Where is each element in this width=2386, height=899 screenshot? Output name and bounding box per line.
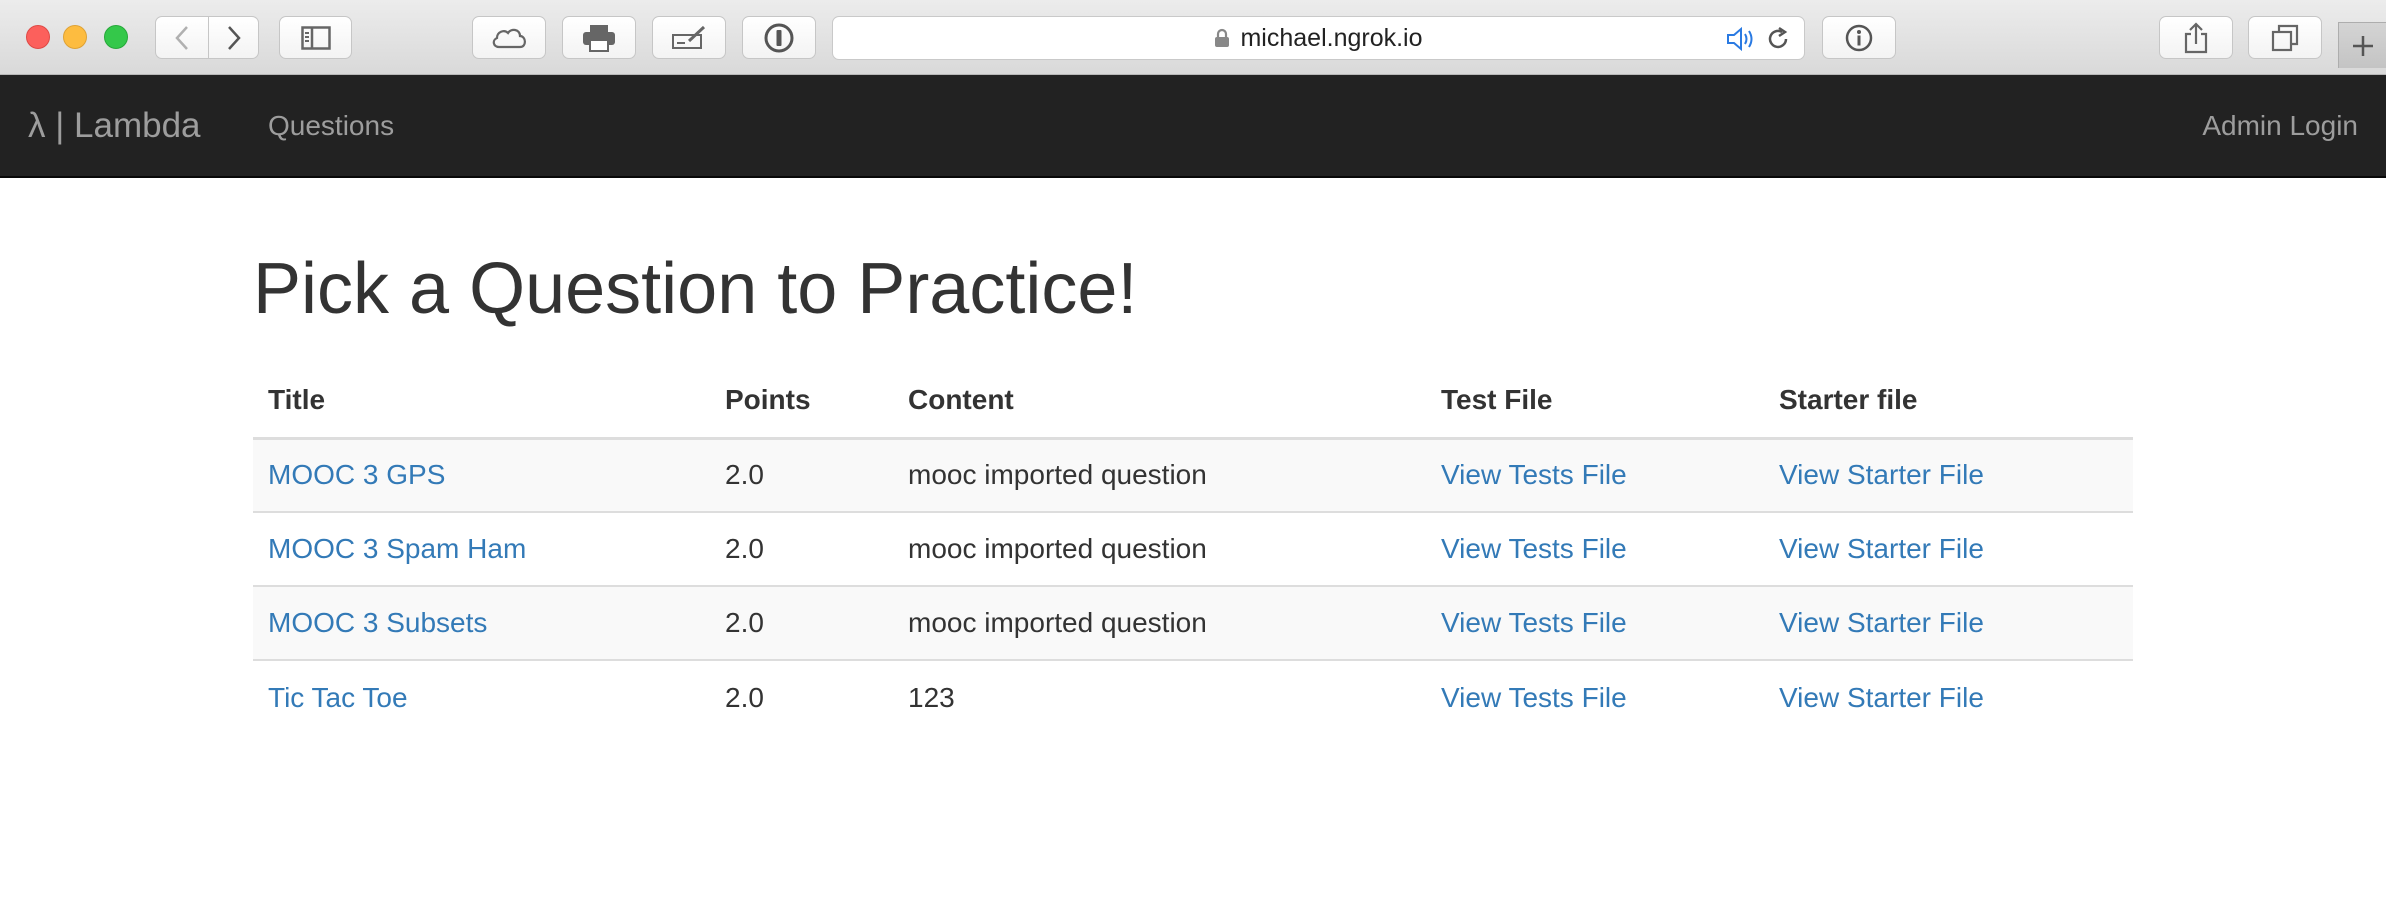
print-button[interactable] <box>562 16 636 59</box>
reload-icon[interactable] <box>1765 26 1791 52</box>
content-cell: mooc imported question <box>893 438 1426 512</box>
tabs-icon <box>2271 24 2299 51</box>
column-header-content: Content <box>893 364 1426 440</box>
browser-toolbar: michael.ngrok.io <box>0 0 2386 75</box>
close-window-button[interactable] <box>26 25 50 49</box>
lock-icon <box>1215 28 1230 47</box>
plus-icon <box>2352 35 2373 56</box>
content-cell: mooc imported question <box>893 585 1426 660</box>
forward-button[interactable] <box>209 16 259 59</box>
points-cell: 2.0 <box>710 659 893 734</box>
address-bar[interactable]: michael.ngrok.io <box>832 16 1805 60</box>
column-header-points: Points <box>710 364 893 440</box>
zoom-window-button[interactable] <box>104 25 128 49</box>
minimize-window-button[interactable] <box>63 25 87 49</box>
content-cell: 123 <box>893 659 1426 734</box>
points-cell: 2.0 <box>710 438 893 512</box>
view-tests-file-link[interactable]: View Tests File <box>1441 682 1627 713</box>
share-icon <box>2184 21 2208 53</box>
share-button[interactable] <box>2159 16 2233 59</box>
table-row: MOOC 3 Subsets 2.0 mooc imported questio… <box>253 585 2133 660</box>
icloud-tabs-button[interactable] <box>472 16 546 59</box>
column-header-starter-file: Starter file <box>1764 364 2133 440</box>
content-cell: mooc imported question <box>893 511 1426 586</box>
table-row: MOOC 3 Spam Ham 2.0 mooc imported questi… <box>253 511 2133 586</box>
question-title-link[interactable]: MOOC 3 Spam Ham <box>268 533 526 564</box>
question-title-link[interactable]: Tic Tac Toe <box>268 682 408 713</box>
cloud-icon <box>492 28 526 48</box>
annotate-button[interactable] <box>652 16 726 59</box>
info-icon <box>1845 24 1873 51</box>
view-tests-file-link[interactable]: View Tests File <box>1441 607 1627 638</box>
questions-table: Title Points Content Test File Starter f… <box>253 364 2133 734</box>
page-info-button[interactable] <box>1822 16 1896 59</box>
points-cell: 2.0 <box>710 511 893 586</box>
view-tests-file-link[interactable]: View Tests File <box>1441 459 1627 490</box>
sidebar-icon <box>300 25 331 50</box>
signature-pen-icon <box>672 25 706 49</box>
view-starter-file-link[interactable]: View Starter File <box>1779 682 1984 713</box>
points-cell: 2.0 <box>710 585 893 660</box>
view-starter-file-link[interactable]: View Starter File <box>1779 533 1984 564</box>
password-manager-button[interactable] <box>742 16 816 59</box>
1password-icon <box>764 23 794 52</box>
url-text: michael.ngrok.io <box>1240 23 1423 52</box>
chevron-left-icon <box>175 25 188 50</box>
view-starter-file-link[interactable]: View Starter File <box>1779 607 1984 638</box>
page-title: Pick a Question to Practice! <box>253 249 1138 329</box>
speaker-icon[interactable] <box>1726 26 1758 52</box>
column-header-title: Title <box>253 364 710 440</box>
column-header-test-file: Test File <box>1426 364 1764 440</box>
table-row: MOOC 3 GPS 2.0 mooc imported question Vi… <box>253 438 2133 512</box>
back-button[interactable] <box>155 16 209 59</box>
brand-logo-link[interactable]: λ | Lambda <box>28 75 201 176</box>
nav-questions-link[interactable]: Questions <box>268 75 394 176</box>
sidebar-toggle-button[interactable] <box>279 16 352 59</box>
new-tab-button[interactable] <box>2338 22 2386 68</box>
question-title-link[interactable]: MOOC 3 GPS <box>268 459 445 490</box>
tab-overview-button[interactable] <box>2248 16 2322 59</box>
view-tests-file-link[interactable]: View Tests File <box>1441 533 1627 564</box>
table-header-row: Title Points Content Test File Starter f… <box>253 364 2133 440</box>
view-starter-file-link[interactable]: View Starter File <box>1779 459 1984 490</box>
site-navbar: λ | Lambda Questions Admin Login <box>0 75 2386 178</box>
chevron-right-icon <box>227 25 241 50</box>
table-row: Tic Tac Toe 2.0 123 View Tests File View… <box>253 659 2133 734</box>
printer-icon <box>583 24 615 52</box>
question-title-link[interactable]: MOOC 3 Subsets <box>268 607 487 638</box>
admin-login-link[interactable]: Admin Login <box>2202 75 2358 176</box>
